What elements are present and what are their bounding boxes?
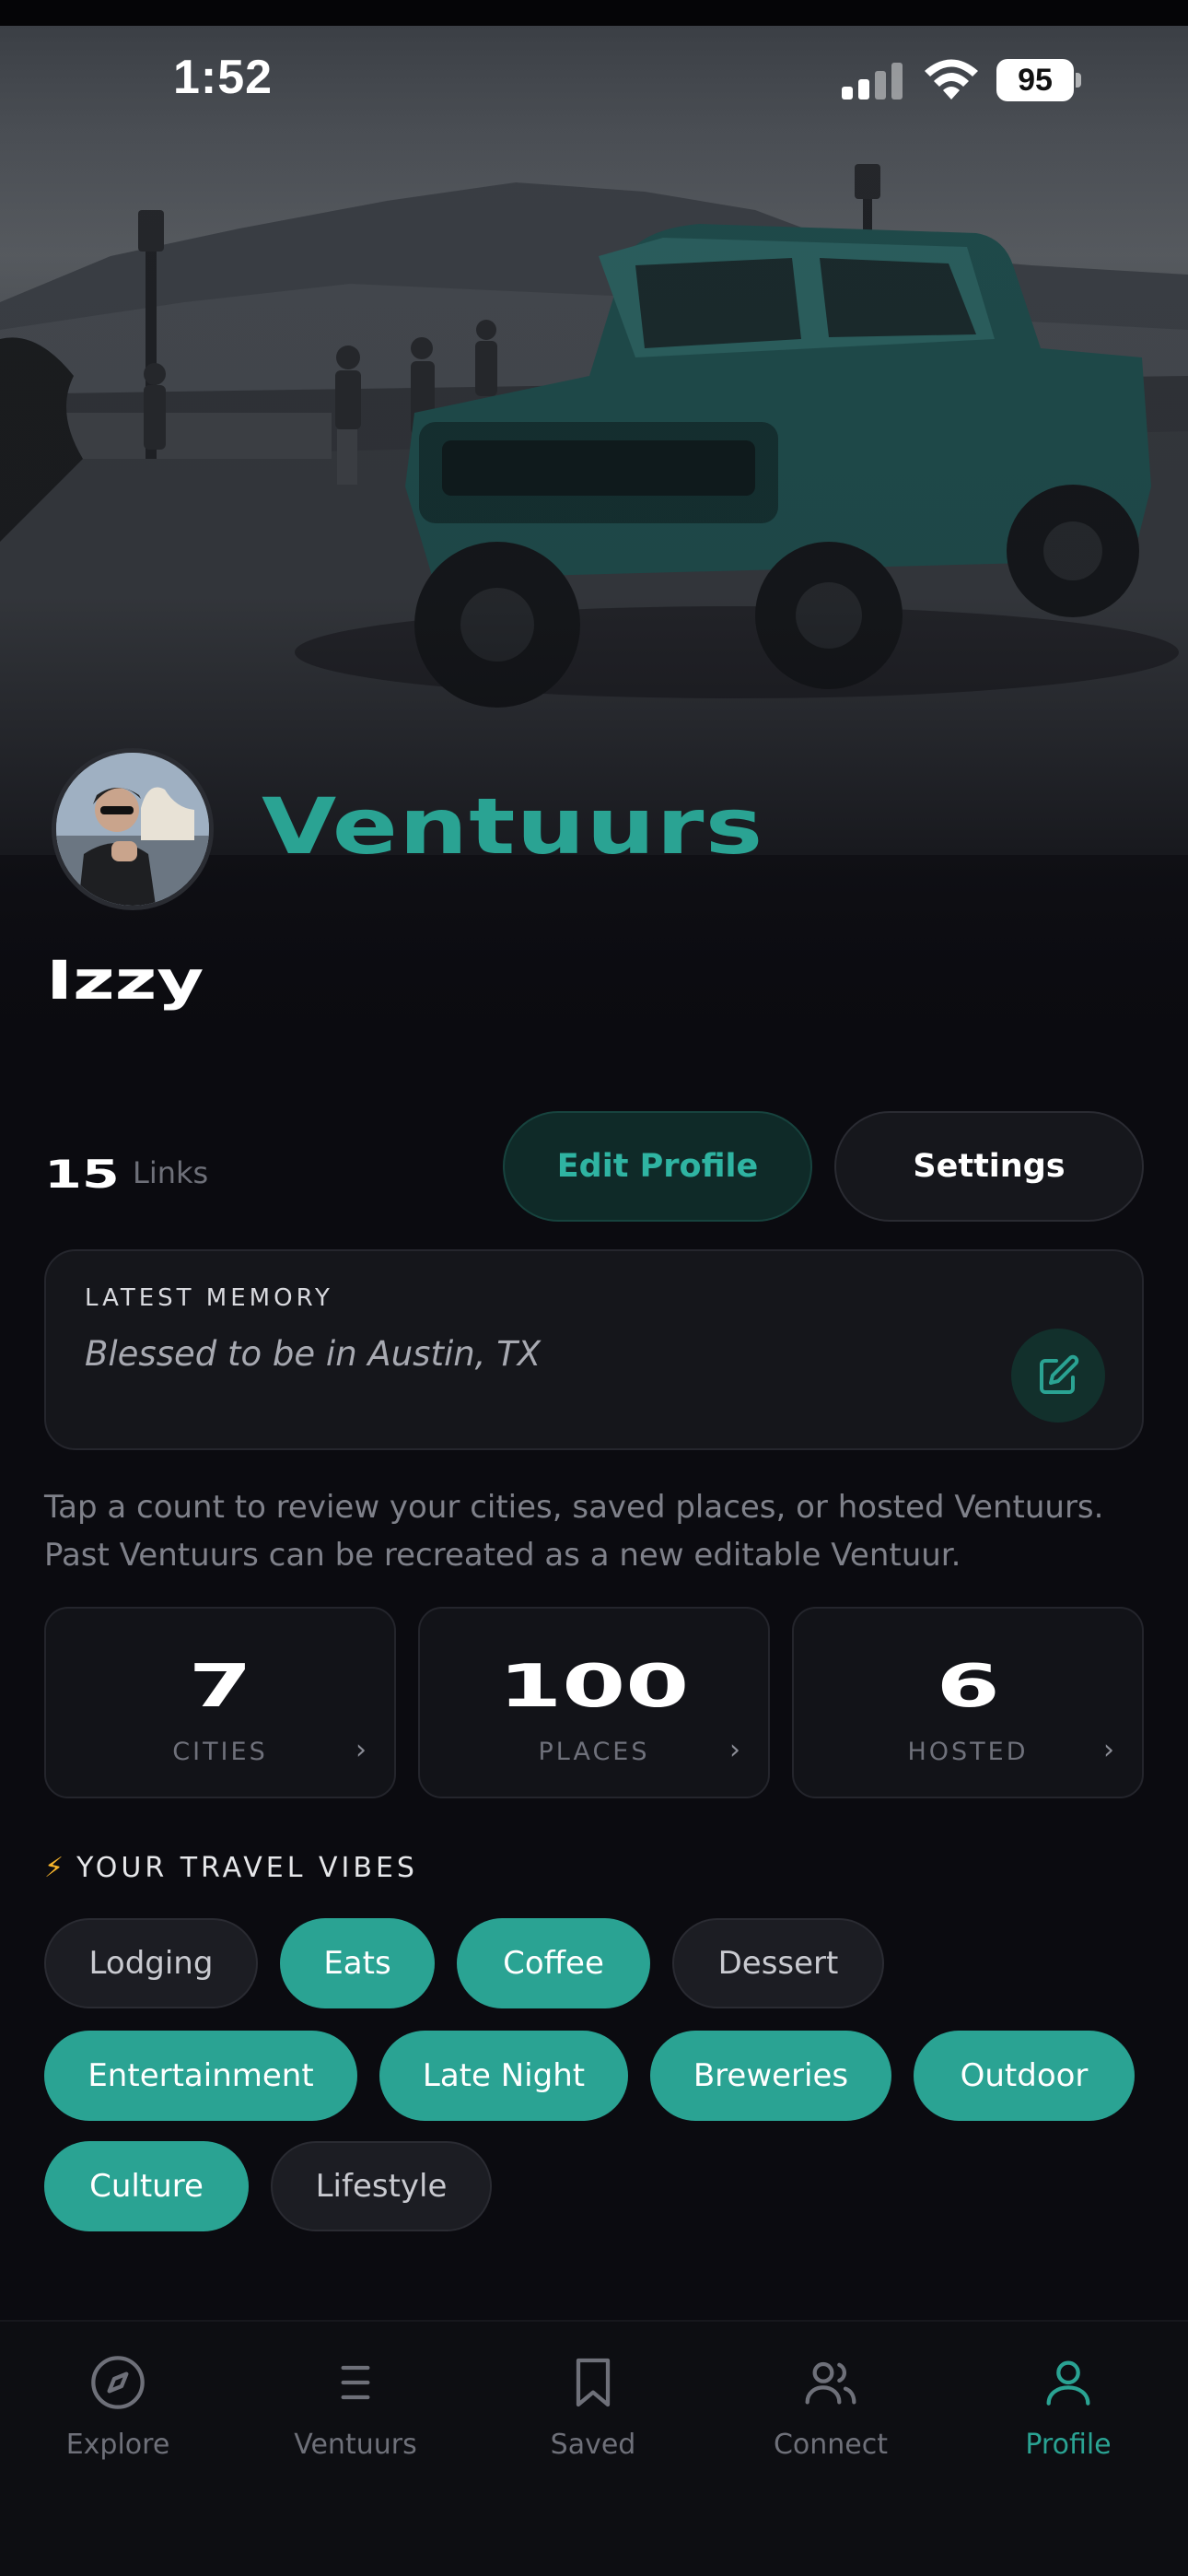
people-icon — [805, 2361, 856, 2405]
vibe-chip-entertainment[interactable]: Entertainment — [44, 2031, 357, 2121]
wifi-icon — [925, 59, 978, 100]
avatar[interactable] — [52, 748, 214, 910]
stat-label: HOSTED — [907, 1738, 1029, 1766]
status-bar: 1:52 95 — [0, 26, 1188, 136]
chevron-right-icon: › — [729, 1734, 740, 1766]
vibe-chip-coffee[interactable]: Coffee — [457, 1918, 650, 2008]
battery-level: 95 — [996, 59, 1074, 101]
tab-profile[interactable]: Profile — [976, 2353, 1160, 2461]
stats-hint: Tap a count to review your cities, saved… — [44, 1489, 1104, 1574]
vibe-chip-outdoor[interactable]: Outdoor — [914, 2031, 1135, 2121]
list-icon — [341, 2365, 370, 2400]
stat-value: 7 — [188, 1653, 252, 1721]
stat-label: CITIES — [172, 1738, 268, 1766]
vibe-chip-dessert[interactable]: Dessert — [672, 1918, 884, 2008]
stat-card-hosted[interactable]: 6 HOSTED › — [792, 1607, 1144, 1798]
cover-photo — [0, 26, 1188, 1067]
bottom-tab-bar: Explore Ventuurs Saved Connect Profile — [0, 2320, 1188, 2576]
battery-indicator: 95 — [996, 59, 1081, 101]
tab-label: Ventuurs — [294, 2429, 417, 2461]
compass-icon — [91, 2356, 145, 2409]
latest-memory-text: Blessed to be in Austin, TX — [85, 1334, 542, 1374]
stat-value: 100 — [498, 1653, 690, 1721]
tab-label: Profile — [1025, 2429, 1112, 2461]
tab-label: Explore — [65, 2429, 170, 2461]
tab-explore[interactable]: Explore — [26, 2353, 210, 2461]
pencil-square-icon — [1040, 1354, 1079, 1394]
edit-profile-button[interactable]: Edit Profile — [503, 1111, 812, 1222]
tab-label: Connect — [773, 2429, 889, 2461]
signal-icon — [842, 63, 903, 100]
vibe-chip-late-night[interactable]: Late Night — [379, 2031, 628, 2121]
travel-vibes-heading: YOUR TRAVEL VIBES — [76, 1852, 418, 1884]
stat-card-cities[interactable]: 7 CITIES › — [44, 1607, 396, 1798]
avatar-photo — [56, 753, 209, 906]
brand-logo: Ventuurs — [262, 781, 764, 872]
latest-memory-card: LATEST MEMORY Blessed to be in Austin, T… — [44, 1249, 1144, 1450]
vibe-chip-eats[interactable]: Eats — [280, 1918, 435, 2008]
vibe-chip-culture[interactable]: Culture — [44, 2141, 249, 2231]
lightning-icon: ⚡ — [44, 1852, 64, 1884]
person-icon — [1046, 2360, 1090, 2406]
tab-saved[interactable]: Saved — [501, 2353, 685, 2461]
stat-label: PLACES — [538, 1738, 650, 1766]
top-strip — [0, 0, 1188, 26]
tab-ventuurs[interactable]: Ventuurs — [263, 2353, 448, 2461]
tab-label: Saved — [550, 2429, 636, 2461]
username: Izzy — [46, 949, 204, 1012]
links-count[interactable]: 15 — [44, 1152, 120, 1197]
links-label: Links — [133, 1155, 209, 1190]
tab-connect[interactable]: Connect — [739, 2353, 923, 2461]
bookmark-icon — [576, 2358, 611, 2407]
chevron-right-icon: › — [355, 1734, 367, 1766]
travel-vibes-title: ⚡ YOUR TRAVEL VIBES — [44, 1852, 418, 1884]
chevron-right-icon: › — [1103, 1734, 1114, 1766]
settings-button[interactable]: Settings — [834, 1111, 1144, 1222]
vibe-chip-breweries[interactable]: Breweries — [650, 2031, 891, 2121]
status-time: 1:52 — [173, 51, 274, 104]
edit-memory-button[interactable] — [1011, 1329, 1105, 1423]
latest-memory-label: LATEST MEMORY — [85, 1284, 333, 1312]
vibe-chip-lifestyle[interactable]: Lifestyle — [271, 2141, 492, 2231]
vibe-chip-lodging[interactable]: Lodging — [44, 1918, 258, 2008]
stat-card-places[interactable]: 100 PLACES › — [418, 1607, 770, 1798]
stat-value: 6 — [936, 1653, 1000, 1721]
